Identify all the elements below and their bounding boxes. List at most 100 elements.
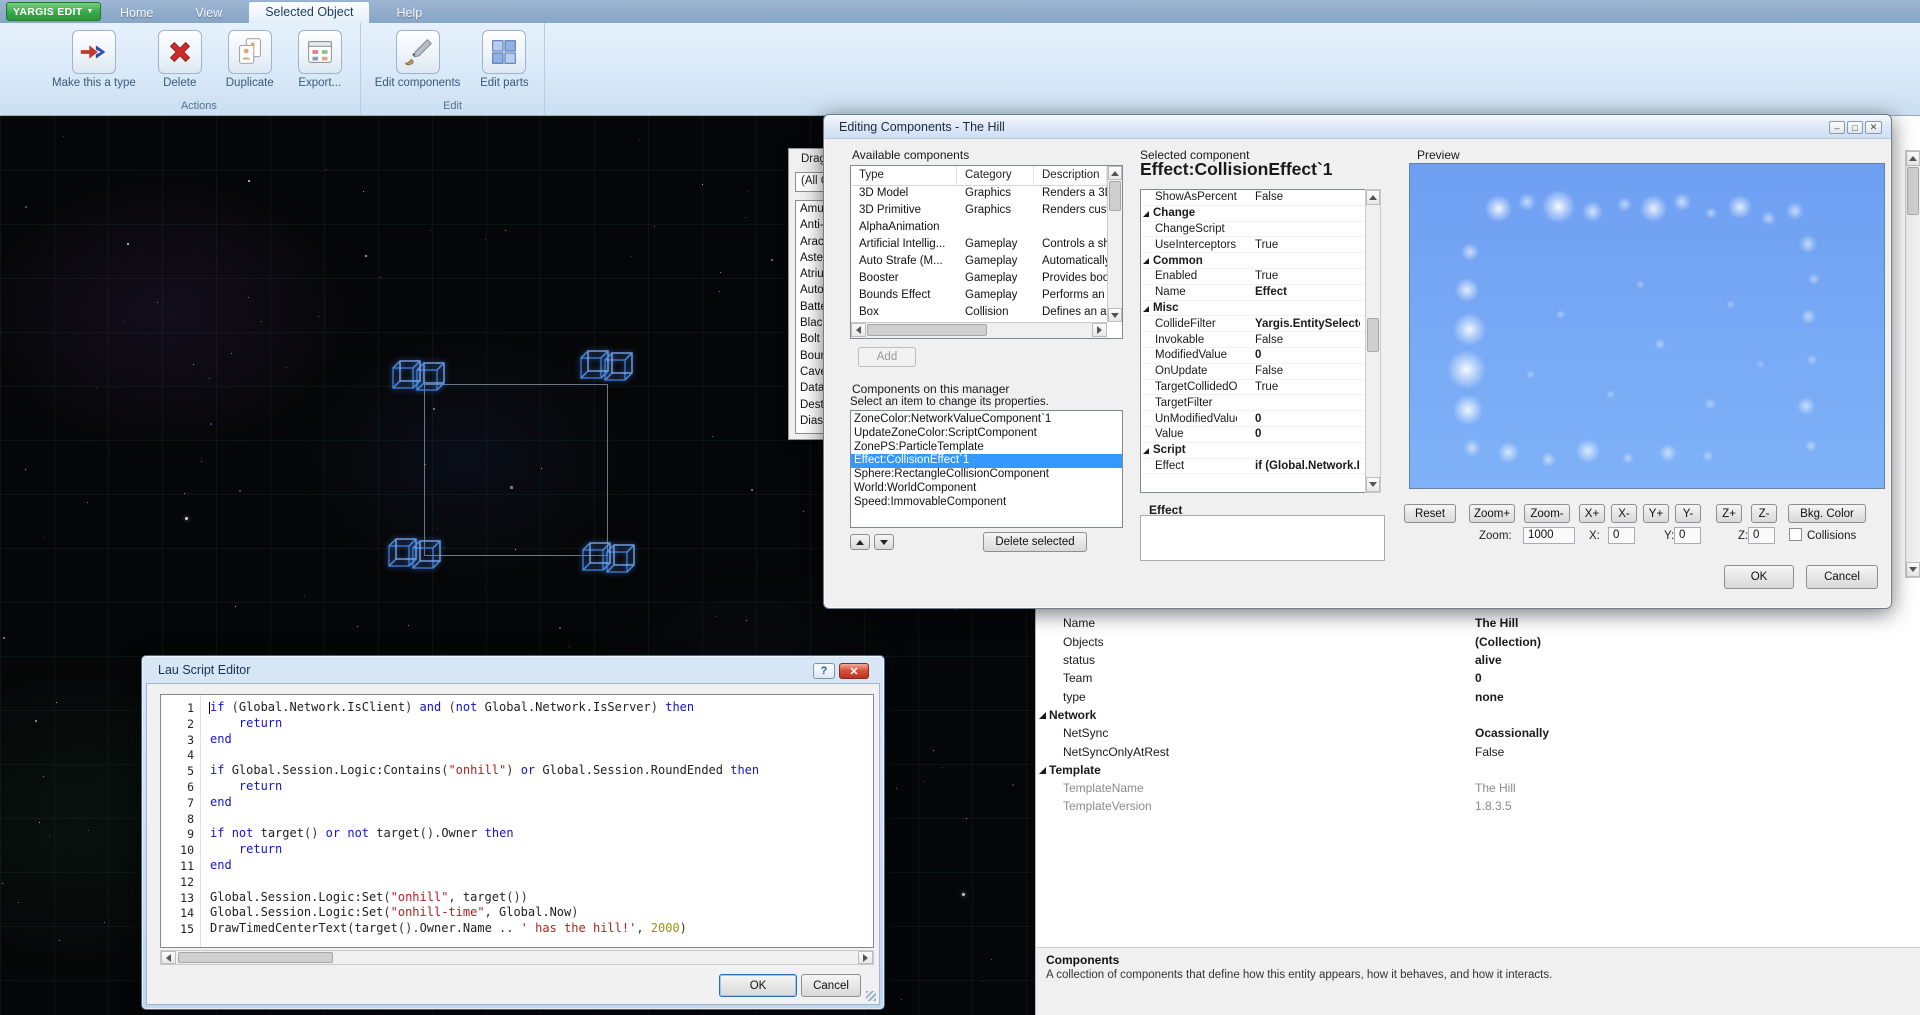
tab-home[interactable]: Home: [104, 3, 169, 23]
entity-property-row-objects[interactable]: Objects(Collection): [1036, 633, 1896, 651]
tab-view[interactable]: View: [179, 3, 238, 23]
help-icon[interactable]: ?: [813, 663, 835, 679]
tab-help[interactable]: Help: [380, 3, 438, 23]
scroll-up-icon[interactable]: [1366, 190, 1380, 205]
scroll-up-icon[interactable]: [1108, 166, 1122, 180]
preview-button-z[interactable]: Z-: [1751, 504, 1777, 523]
preview-button-zoom[interactable]: Zoom+: [1469, 504, 1515, 523]
scroll-down-icon[interactable]: [1366, 477, 1380, 492]
scrollbar-thumb[interactable]: [1367, 318, 1379, 352]
component-property-row-showaspercent[interactable]: ShowAsPercentFalse: [1141, 190, 1380, 206]
scrollbar-thumb[interactable]: [867, 324, 987, 336]
component-property-group-change[interactable]: Change: [1141, 206, 1380, 222]
component-property-row-enabled[interactable]: EnabledTrue: [1141, 269, 1380, 285]
dialog-titlebar[interactable]: Editing Components - The Hill – □ ✕: [824, 115, 1891, 139]
preview-button-z[interactable]: Z+: [1716, 504, 1742, 523]
entity-property-row-templateversion[interactable]: TemplateVersion1.8.3.5: [1036, 797, 1896, 815]
manager-item-speed-immovablecomponent[interactable]: Speed:ImmovableComponent: [851, 496, 1122, 510]
scroll-down-icon[interactable]: [1108, 308, 1122, 322]
ok-button[interactable]: OK: [1724, 565, 1794, 589]
component-property-row-collidefilter[interactable]: CollideFilterYargis.EntitySelecto: [1141, 316, 1380, 332]
manager-item-world-worldcomponent[interactable]: World:WorldComponent: [851, 482, 1122, 496]
cancel-button[interactable]: Cancel: [1806, 565, 1878, 589]
preview-button-y[interactable]: Y-: [1675, 504, 1701, 523]
entity-property-row-team[interactable]: Team0: [1036, 669, 1896, 687]
manager-item-zonecolor-networkvaluecomponent-1[interactable]: ZoneColor:NetworkValueComponent`1: [851, 413, 1122, 427]
panel-scrollbar[interactable]: [1905, 150, 1920, 578]
preview-input-y[interactable]: 0: [1674, 527, 1701, 544]
scroll-down-icon[interactable]: [1906, 562, 1920, 577]
entity-property-row-netsynconlyatrest[interactable]: NetSyncOnlyAtRestFalse: [1036, 742, 1896, 760]
column-header-category[interactable]: Category: [957, 166, 1034, 185]
entity-property-row-status[interactable]: statusalive: [1036, 651, 1896, 669]
component-property-row-targetcollidedonly[interactable]: TargetCollidedOnlyTrue: [1141, 380, 1380, 396]
add-component-button[interactable]: Add: [858, 347, 916, 367]
scroll-up-icon[interactable]: [1906, 151, 1920, 166]
scroll-left-icon[interactable]: [161, 951, 176, 964]
ribbon-button-edit-components[interactable]: Edit components: [369, 30, 467, 89]
scrollbar-thumb[interactable]: [1109, 181, 1121, 211]
table-header[interactable]: TypeCategoryDescription: [851, 166, 1107, 186]
table-row-booster[interactable]: BoosterGameplayProvides boost capa: [851, 271, 1107, 288]
tab-selected-object[interactable]: Selected Object: [248, 1, 370, 23]
ribbon-button-edit-parts[interactable]: Edit parts: [472, 30, 536, 89]
table-row-bounds-effect[interactable]: Bounds EffectGameplayPerforms an action …: [851, 288, 1107, 305]
code-editor[interactable]: 123456789101112131415 if (Global.Network…: [160, 694, 874, 948]
entity-property-row-templatename[interactable]: TemplateNameThe Hill: [1036, 779, 1896, 797]
resize-grip[interactable]: [866, 991, 876, 1001]
available-components-table[interactable]: TypeCategoryDescription 3D ModelGraphics…: [850, 165, 1123, 339]
component-property-row-modifiedvalue[interactable]: ModifiedValue0: [1141, 348, 1380, 364]
table-row-3d-model[interactable]: 3D ModelGraphicsRenders a 3D mode: [851, 186, 1107, 203]
component-property-row-name[interactable]: NameEffect: [1141, 285, 1380, 301]
scroll-right-icon[interactable]: [858, 951, 873, 964]
component-property-group-script[interactable]: Script: [1141, 443, 1380, 459]
scrollbar-thumb[interactable]: [1907, 167, 1919, 215]
move-up-icon[interactable]: [850, 534, 870, 550]
close-icon[interactable]: ✕: [1865, 121, 1882, 134]
manager-item-updatezonecolor-scriptcomponent[interactable]: UpdateZoneColor:ScriptComponent: [851, 427, 1122, 441]
preview-button-y[interactable]: Y+: [1643, 504, 1669, 523]
move-down-icon[interactable]: [874, 534, 894, 550]
entity-property-group-network[interactable]: Network: [1036, 706, 1896, 724]
ribbon-button-delete[interactable]: Delete: [148, 30, 212, 89]
property-grid-scrollbar[interactable]: [1365, 189, 1381, 493]
minimize-icon[interactable]: –: [1829, 121, 1845, 134]
component-property-row-unmodifiedvalue[interactable]: UnModifiedValue0: [1141, 411, 1380, 427]
ribbon-button-duplicate[interactable]: Duplicate: [218, 30, 282, 89]
ok-button[interactable]: OK: [719, 974, 797, 997]
entity-property-row-name[interactable]: NameThe Hill: [1036, 614, 1896, 632]
table-row-3d-primitive[interactable]: 3D PrimitiveGraphicsRenders custom 3D: [851, 203, 1107, 220]
component-property-row-targetfilter[interactable]: TargetFilter: [1141, 395, 1380, 411]
column-header-description[interactable]: Description: [1034, 166, 1107, 185]
preview-button-x[interactable]: X+: [1579, 504, 1605, 523]
ribbon-button-export[interactable]: Export...: [288, 30, 352, 89]
code-horizontal-scrollbar[interactable]: [160, 950, 874, 965]
wireframe-cube-node[interactable]: [578, 342, 634, 397]
table-row-artificial-intellig[interactable]: Artificial Intellig...GameplayControls a…: [851, 237, 1107, 254]
ribbon-button-make-this-a-type[interactable]: Make this a type: [46, 30, 142, 89]
scroll-right-icon[interactable]: [1092, 323, 1107, 337]
cancel-button[interactable]: Cancel: [801, 974, 861, 997]
component-property-row-effect[interactable]: Effectif (Global.Network.I: [1141, 459, 1380, 475]
preview-input-x[interactable]: 0: [1608, 527, 1635, 544]
app-menu-button[interactable]: YARGIS EDIT ▼: [6, 2, 101, 21]
preview-input-zoom[interactable]: 1000: [1523, 527, 1575, 544]
manager-item-effect-collisioneffect-1[interactable]: Effect:CollisionEffect`1: [851, 454, 1122, 468]
component-property-row-useinterceptors[interactable]: UseInterceptorsTrue: [1141, 237, 1380, 253]
preview-button-zoom[interactable]: Zoom-: [1524, 504, 1570, 523]
preview-input-z[interactable]: 0: [1748, 527, 1775, 544]
table-row-auto-strafe-m[interactable]: Auto Strafe (M...GameplayAutomatically s…: [851, 254, 1107, 271]
table-row-alphaanimation[interactable]: AlphaAnimation: [851, 220, 1107, 237]
preview-viewport[interactable]: [1409, 163, 1885, 489]
preview-button-reset[interactable]: Reset: [1404, 504, 1456, 523]
delete-selected-button[interactable]: Delete selected: [983, 532, 1087, 552]
component-property-row-value[interactable]: Value0: [1141, 427, 1380, 443]
wireframe-cube-node[interactable]: [386, 530, 442, 585]
preview-button-x[interactable]: X-: [1611, 504, 1637, 523]
column-header-type[interactable]: Type: [851, 166, 957, 185]
table-horizontal-scrollbar[interactable]: [851, 322, 1107, 338]
entity-property-row-type[interactable]: typenone: [1036, 687, 1896, 705]
component-property-group-common[interactable]: Common: [1141, 253, 1380, 269]
table-vertical-scrollbar[interactable]: [1107, 166, 1122, 322]
component-property-row-onupdate[interactable]: OnUpdateFalse: [1141, 364, 1380, 380]
